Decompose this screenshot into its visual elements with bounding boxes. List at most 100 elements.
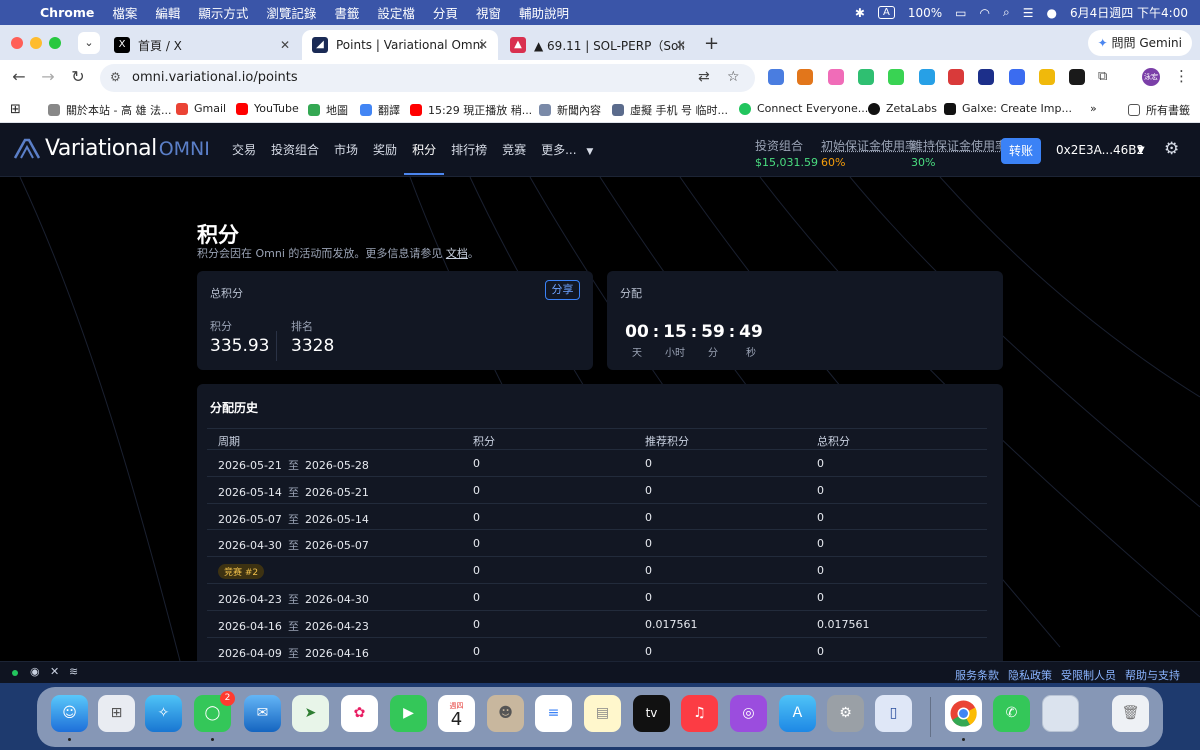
bookmark-item[interactable]: 15:29 現正播放 稍... <box>410 102 532 118</box>
close-window-button[interactable] <box>11 37 23 49</box>
nav-portfolio[interactable]: 投资组合 <box>271 123 319 177</box>
docs-stack-icon[interactable]: ≋ <box>69 665 78 678</box>
tab-sol-perp[interactable]: ▲ ▲ 69.11 | SOL-PERP（Solana） ✕ <box>500 30 696 60</box>
bookmark-item[interactable]: ZetaLabs <box>868 102 937 115</box>
extension-metamask-icon[interactable] <box>797 69 813 85</box>
control-center-icon[interactable]: ☰ <box>1023 6 1034 20</box>
calendar-icon[interactable]: 週四 4 <box>438 695 475 732</box>
apple-tv-icon[interactable]: tv <box>633 695 670 732</box>
maps-icon[interactable]: ➤ <box>292 695 329 732</box>
music-icon[interactable]: ♫ <box>681 695 718 732</box>
menu-history[interactable]: 瀏覽記錄 <box>266 3 316 22</box>
simulator-icon[interactable]: ▯ <box>875 695 912 732</box>
ask-gemini-button[interactable]: ✦ 問問 Gemini <box>1087 30 1192 56</box>
finder-icon[interactable]: ☺ <box>51 695 88 732</box>
close-tab-icon[interactable]: ✕ <box>280 38 290 52</box>
share-button[interactable]: 分享 <box>545 280 580 300</box>
input-source-indicator[interactable]: A <box>877 6 895 19</box>
nav-rewards[interactable]: 奖励 <box>373 123 397 177</box>
minimize-window-button[interactable] <box>30 37 42 49</box>
menu-view[interactable]: 顯示方式 <box>198 3 248 22</box>
docs-link[interactable]: 文档 <box>446 247 468 260</box>
mail-icon[interactable]: ✉ <box>244 695 281 732</box>
nav-points[interactable]: 积分 <box>404 123 445 177</box>
menu-tab[interactable]: 分頁 <box>433 3 458 22</box>
extension-red-icon[interactable] <box>948 69 964 85</box>
contacts-icon[interactable]: ☻ <box>487 695 524 732</box>
back-arrow-icon[interactable]: ← <box>9 67 29 86</box>
terms-of-service-link[interactable]: 服务条款 <box>955 667 999 683</box>
screenshot-thumbnail-icon[interactable] <box>1042 695 1079 732</box>
wifi-icon[interactable]: ◠ <box>979 6 989 20</box>
tab-search-chevron-icon[interactable]: ⌄ <box>78 32 100 54</box>
messages-icon[interactable]: ◯ 2 <box>194 691 235 732</box>
bookmark-item[interactable]: 所有書籤 <box>1128 102 1190 118</box>
menu-app-name[interactable]: Chrome <box>40 5 94 20</box>
initial-margin-stat[interactable]: 初始保证金使用率 60% <box>821 137 917 169</box>
nav-more[interactable]: 更多... ▼ <box>541 123 593 177</box>
spotlight-search-icon[interactable]: ⌕ <box>1003 5 1010 20</box>
apps-grid-icon[interactable]: ⊞ <box>10 102 21 117</box>
bookmark-item[interactable]: YouTube <box>236 102 299 115</box>
chrome-menu-icon[interactable]: ⋮ <box>1174 67 1189 85</box>
wallet-address[interactable]: 0x2E3A...46B2 <box>1056 143 1144 157</box>
notes-icon[interactable]: ▤ <box>584 695 621 732</box>
system-settings-icon[interactable]: ⚙ <box>827 695 864 732</box>
extension-binance-icon[interactable] <box>1069 69 1085 85</box>
bookmark-item[interactable]: 地圖 <box>308 102 348 118</box>
bookmark-item[interactable]: 翻譯 <box>360 102 400 118</box>
photos-icon[interactable]: ✿ <box>341 695 378 732</box>
wallet-chevron-down-icon[interactable]: ▼ <box>1137 145 1145 156</box>
bookmark-star-icon[interactable]: ☆ <box>727 69 740 85</box>
reminders-icon[interactable]: ≡ <box>535 695 572 732</box>
url-text[interactable]: omni.variational.io/points <box>132 70 298 85</box>
forward-arrow-icon[interactable]: → <box>38 67 58 86</box>
trash-icon[interactable]: 🗑 <box>1112 695 1149 732</box>
phone-icon[interactable]: ✆ <box>993 695 1030 732</box>
extension-blue-icon[interactable] <box>919 69 935 85</box>
nav-trade[interactable]: 交易 <box>232 123 256 177</box>
bookmark-item[interactable]: Connect Everyone... <box>739 102 868 115</box>
menu-file[interactable]: 檔案 <box>112 3 137 22</box>
launchpad-icon[interactable]: ⊞ <box>98 695 135 732</box>
bookmark-item[interactable]: 虛擬 手机 号 临时... <box>612 102 728 118</box>
extension-grid-icon[interactable] <box>888 69 904 85</box>
extension-green-icon[interactable] <box>858 69 874 85</box>
tab-x-home[interactable]: X 首頁 / X ✕ <box>104 30 300 60</box>
battery-icon[interactable]: ▭ <box>955 6 966 20</box>
menubar-clock[interactable]: 6月4日週四 下午4:00 <box>1070 4 1188 21</box>
settings-gear-icon[interactable]: ⚙ <box>1164 139 1179 159</box>
siri-icon[interactable]: ● <box>1046 6 1056 20</box>
help-support-link[interactable]: 帮助与支持 <box>1125 667 1180 683</box>
zoom-window-button[interactable] <box>49 37 61 49</box>
safari-icon[interactable]: ✧ <box>145 695 182 732</box>
address-bar[interactable]: ⚙ omni.variational.io/points ⇄ ☆ <box>100 64 755 92</box>
bluetooth-icon[interactable]: ✱ <box>855 6 865 20</box>
menu-bookmarks[interactable]: 書籤 <box>334 3 359 22</box>
variational-logo[interactable]: Variational OMNI <box>13 136 210 161</box>
more-bookmarks-chevron-icon[interactable]: » <box>1090 102 1097 115</box>
battery-percent[interactable]: 100% <box>908 6 942 20</box>
nav-markets[interactable]: 市场 <box>334 123 358 177</box>
extension-translate-icon[interactable] <box>768 69 784 85</box>
bookmark-item[interactable]: 關於本站 - 高 雄 法... <box>48 102 171 118</box>
tab-variational-points[interactable]: ◢ Points | Variational Omni ✕ <box>302 30 498 60</box>
profile-avatar[interactable]: 泳宏 <box>1142 68 1160 86</box>
discord-icon[interactable]: ◉ <box>30 665 40 678</box>
nav-competitions[interactable]: 竞赛 <box>502 123 526 177</box>
menu-edit[interactable]: 編輯 <box>155 3 180 22</box>
podcasts-icon[interactable]: ◎ <box>730 695 767 732</box>
portfolio-stat[interactable]: 投资组合 $15,031.59 <box>755 137 818 169</box>
app-store-icon[interactable]: Ａ <box>779 695 816 732</box>
menu-window[interactable]: 視窗 <box>476 3 501 22</box>
chrome-icon[interactable] <box>945 695 982 732</box>
bookmark-item[interactable]: Gmail <box>176 102 226 115</box>
extension-circle-icon[interactable] <box>1009 69 1025 85</box>
translate-icon[interactable]: ⇄ <box>698 69 710 85</box>
facetime-icon[interactable]: ▶ <box>390 695 427 732</box>
extension-navy-icon[interactable] <box>978 69 994 85</box>
menu-profiles[interactable]: 設定檔 <box>377 3 415 22</box>
transfer-button[interactable]: 转账 <box>1001 138 1041 164</box>
extensions-puzzle-icon[interactable]: ⧉ <box>1098 69 1114 85</box>
maintenance-margin-stat[interactable]: 维持保证金使用率 30% <box>911 137 1007 169</box>
